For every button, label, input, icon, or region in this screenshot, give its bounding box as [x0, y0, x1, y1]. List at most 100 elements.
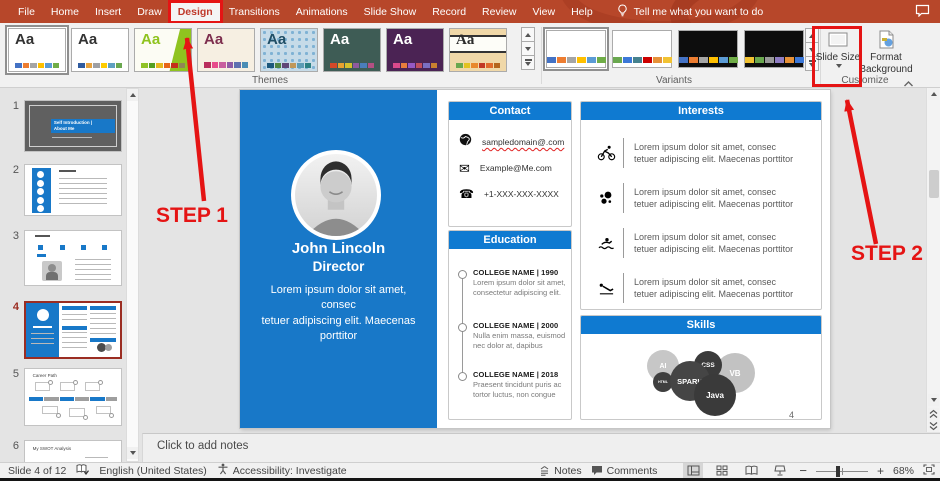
thumb-text-lines [34, 235, 50, 238]
tab-slide-show[interactable]: Slide Show [356, 0, 425, 23]
profile-photo[interactable] [291, 150, 381, 240]
editor-scrollbar-thumb[interactable] [929, 170, 939, 198]
contact-email: Example@Me.com [479, 163, 552, 173]
tab-help[interactable]: Help [563, 0, 601, 23]
interest-text: Lorem ipsum dolor sit amet, consec tetue… [634, 231, 794, 254]
status-right: Notes Comments − + 68% [539, 463, 940, 478]
zoom-out-icon[interactable]: − [799, 464, 807, 477]
interest-row: Lorem ipsum dolor sit amet, consec tetue… [589, 224, 813, 262]
slide-size-button[interactable]: Slide Size [814, 28, 862, 68]
spellcheck-icon[interactable] [76, 463, 90, 478]
thumb-decoration [26, 303, 59, 357]
education-box[interactable]: Education COLLEGE NAME | 1990 Lorem ipsu… [448, 230, 572, 420]
tab-animations[interactable]: Animations [288, 0, 356, 23]
tab-file[interactable]: File [10, 0, 43, 23]
profile-panel[interactable]: John Lincoln Director Lorem ipsum dolor … [240, 90, 437, 428]
thumbnail-scroll-down-icon[interactable] [127, 447, 138, 459]
profile-summary[interactable]: Lorem ipsum dolor sit amet, consec tetue… [248, 283, 429, 345]
profile-name[interactable]: John Lincoln [240, 240, 437, 259]
tab-insert[interactable]: Insert [87, 0, 129, 23]
next-slide-button[interactable] [928, 420, 939, 432]
theme-thumbnail-2[interactable]: Aa [71, 28, 129, 72]
slide-thumbnail-1[interactable]: Self Introduction | About Me [24, 100, 122, 152]
interests-box[interactable]: Interests Lorem ipsum dolor sit amet, co… [580, 101, 822, 310]
zoom-slider-thumb[interactable] [835, 465, 840, 477]
thumb-decoration [89, 306, 117, 311]
slide-size-icon [826, 28, 850, 52]
tab-review[interactable]: Review [474, 0, 524, 23]
theme-sample-text: Aa [78, 31, 98, 48]
editor-scroll-up-icon[interactable] [928, 88, 939, 100]
tab-transitions[interactable]: Transitions [221, 0, 288, 23]
previous-slide-button[interactable] [928, 408, 939, 420]
slide-counter[interactable]: Slide 4 of 12 [8, 465, 66, 477]
theme-thumbnail-1[interactable]: Aa [8, 28, 66, 72]
thumb-decoration [36, 253, 47, 257]
contact-row: ✉ Example@Me.com [459, 158, 565, 178]
tab-view[interactable]: View [524, 0, 563, 23]
contact-row: ☎ +1-XXX-XXX-XXXX [459, 184, 565, 204]
zoom-slider[interactable] [815, 465, 868, 477]
theme-thumbnail-4[interactable]: Aa [197, 28, 255, 72]
slide-thumbnail-5[interactable]: Career Path [24, 368, 122, 426]
variant-thumbnail-1[interactable] [546, 30, 606, 68]
themes-more-icon[interactable] [521, 55, 535, 70]
education-entry-desc: Lorem ipsum dolor sit amet, consectetur … [473, 278, 566, 297]
themes-scroll-up-icon[interactable] [521, 27, 535, 42]
language-indicator[interactable]: English (United States) [99, 465, 206, 477]
variant-thumbnail-2[interactable] [612, 30, 672, 68]
skills-box[interactable]: Skills AI VB CSS HTML SPARK Java [580, 315, 822, 420]
swimming-icon [589, 236, 623, 251]
slide-sorter-view-button[interactable] [712, 463, 732, 478]
themes-scroll-down-icon[interactable] [521, 41, 535, 56]
tell-me-box[interactable]: Tell me what you want to do [617, 0, 764, 23]
thumb-decoration [101, 245, 107, 251]
comments-toggle[interactable]: Comments [591, 465, 657, 477]
thumb-photo [42, 260, 63, 281]
slide-thumbnail-4[interactable] [24, 301, 122, 359]
theme-sample-text: Aa [15, 31, 35, 48]
slide-thumbnail-2[interactable] [24, 164, 122, 216]
theme-sample-text: Aa [267, 31, 287, 48]
slide-number: 3 [12, 230, 19, 242]
theme-thumbnail-5[interactable]: Aa [260, 28, 318, 72]
format-background-button[interactable]: Format Background [859, 28, 913, 76]
variant-thumbnail-4[interactable] [744, 30, 804, 68]
thumb-decoration [82, 414, 88, 420]
zoom-level[interactable]: 68% [893, 465, 914, 477]
thumbnail-scroll-up-icon[interactable] [127, 89, 138, 101]
theme-thumbnail-3[interactable]: Aa [134, 28, 192, 72]
thumb-decoration [69, 408, 85, 417]
thumb-title-banner: Self Introduction | About Me [50, 119, 116, 133]
fit-slide-icon[interactable] [923, 463, 935, 478]
theme-thumbnail-8[interactable]: Aa [449, 28, 507, 72]
tab-design[interactable]: Design [167, 0, 223, 23]
profile-title[interactable]: Director [240, 259, 437, 274]
thumb-decoration [28, 397, 44, 401]
format-background-label: Format Background [859, 52, 913, 75]
reading-view-button[interactable] [741, 463, 761, 478]
ribbon-design: Aa Aa Aa Aa Aa Aa Aa Aa Themes Variants … [0, 23, 940, 88]
normal-view-button[interactable] [683, 463, 704, 478]
status-left: Slide 4 of 12 English (United States) Ac… [0, 463, 347, 478]
notes-toggle[interactable]: Notes [539, 465, 582, 477]
slide-canvas[interactable]: John Lincoln Director Lorem ipsum dolor … [240, 90, 830, 428]
tell-me-label: Tell me what you want to do [633, 5, 764, 18]
theme-thumbnail-6[interactable]: Aa [323, 28, 381, 72]
accessibility-status[interactable]: Accessibility: Investigate [233, 465, 347, 477]
slide-thumbnail-3[interactable] [24, 230, 122, 286]
tab-draw[interactable]: Draw [129, 0, 170, 23]
editor-scroll-down-icon[interactable] [928, 394, 939, 406]
theme-thumbnail-7[interactable]: Aa [386, 28, 444, 72]
contact-box[interactable]: Contact sampledomain@.com ✉ Example@Me.c… [448, 101, 572, 227]
tab-record[interactable]: Record [424, 0, 474, 23]
notes-placeholder[interactable]: Click to add notes [157, 440, 940, 452]
variant-thumbnail-3[interactable] [678, 30, 738, 68]
zoom-in-icon[interactable]: + [877, 465, 884, 477]
thumbnail-panel-scrollbar[interactable] [126, 88, 139, 462]
editor-scrollbar[interactable] [926, 88, 940, 432]
slideshow-view-button[interactable] [770, 463, 790, 478]
notes-pane[interactable]: Click to add notes [142, 433, 940, 462]
feedback-icon[interactable] [915, 4, 930, 20]
tab-home[interactable]: Home [43, 0, 87, 23]
